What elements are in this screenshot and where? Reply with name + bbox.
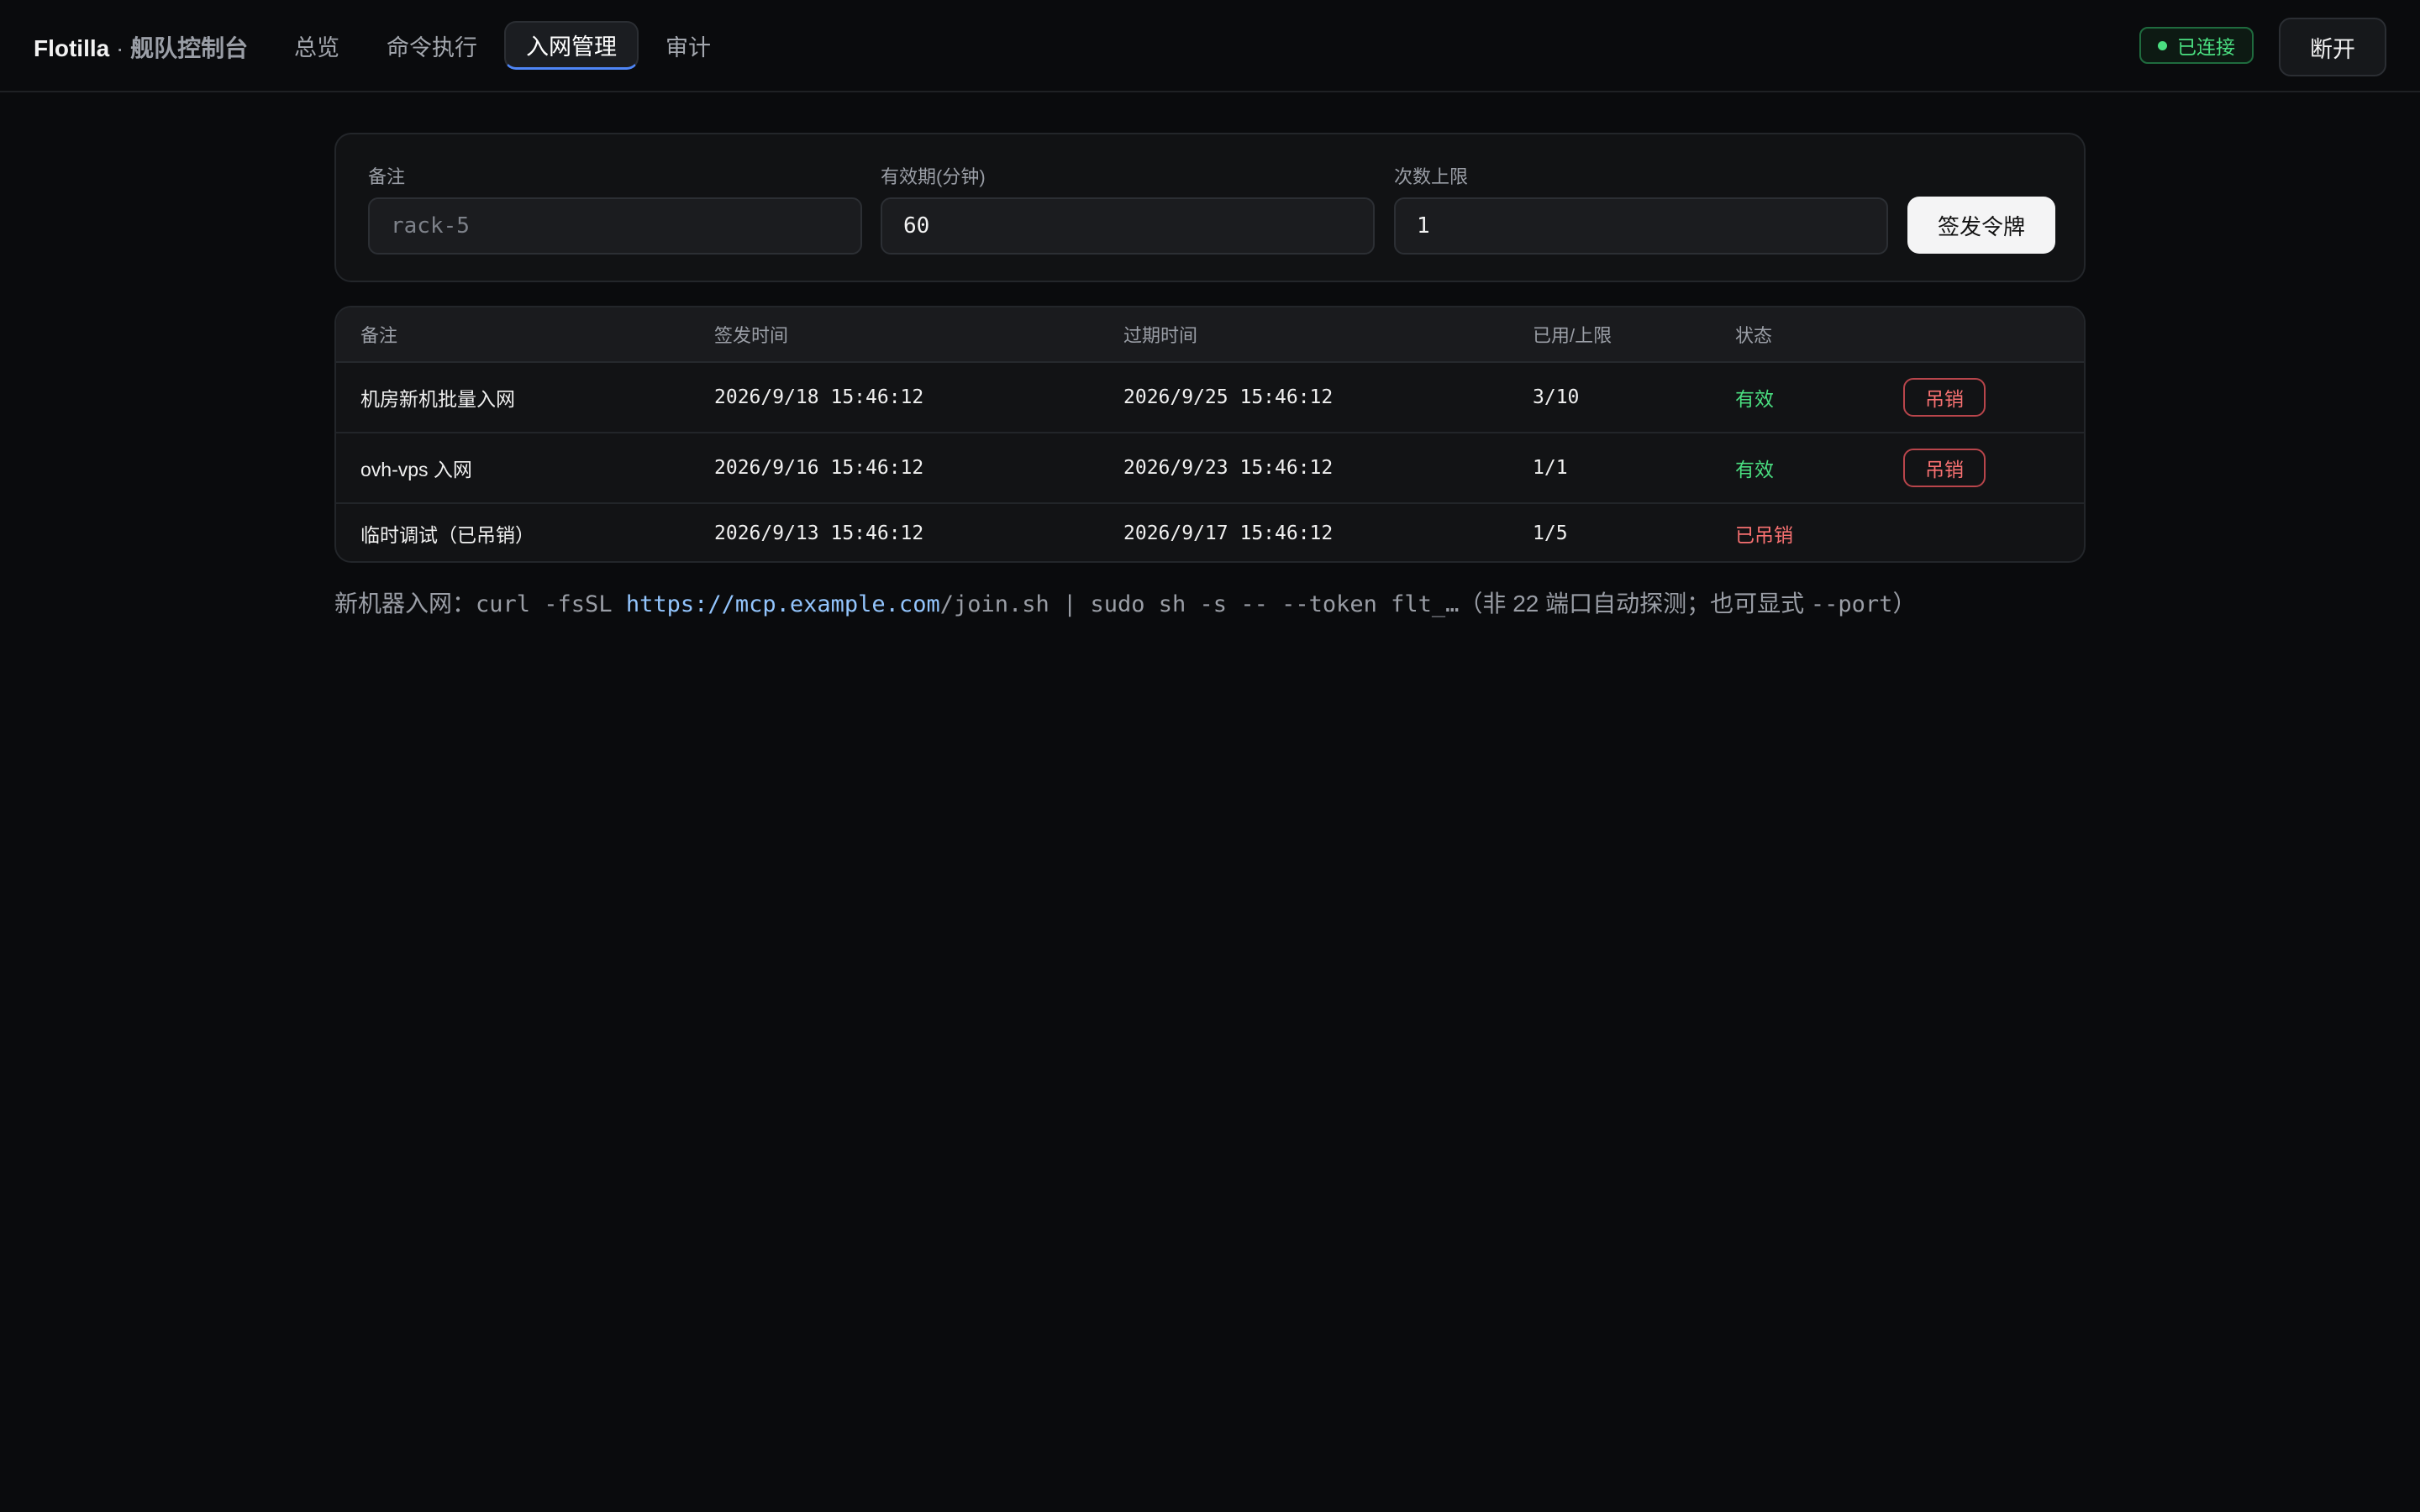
column-header-used: 已用/上限 bbox=[1533, 325, 1612, 346]
table-header: 备注 签发时间 过期时间 已用/上限 状态 bbox=[336, 307, 2084, 363]
join-script-link[interactable]: https://mcp.example.com bbox=[626, 591, 940, 617]
join-hint-prefix: 新机器入网： bbox=[334, 591, 476, 617]
token-action: 吊销 bbox=[1903, 363, 1986, 432]
table-row: 临时调试（已吊销） 2026/9/13 15:46:12 2026/9/17 1… bbox=[336, 504, 2084, 561]
token-expire-time: 2026/9/25 15:46:12 bbox=[1123, 386, 1334, 408]
tab-command-exec[interactable]: 命令执行 bbox=[366, 21, 497, 70]
token-note: 临时调试（已吊销） bbox=[360, 524, 534, 546]
note-field: 备注 rack-5 bbox=[368, 162, 862, 255]
token-usage: 3/10 bbox=[1533, 386, 1580, 408]
join-command-hint: 新机器入网：curl -fsSL https://mcp.example.com… bbox=[334, 585, 1916, 619]
table-row: ovh-vps 入网 2026/9/16 15:46:12 2026/9/23 … bbox=[336, 433, 2084, 504]
token-note: 机房新机批量入网 bbox=[360, 388, 515, 410]
token-status: 已吊销 bbox=[1735, 524, 1793, 546]
tab-enrollment[interactable]: 入网管理 bbox=[504, 21, 639, 70]
token-expire-time: 2026/9/23 15:46:12 bbox=[1123, 457, 1334, 479]
disconnect-button[interactable]: 断开 bbox=[2279, 18, 2386, 76]
brand-subtitle: 舰队控制台 bbox=[130, 35, 249, 61]
column-header-status: 状态 bbox=[1735, 325, 1773, 346]
tokens-table: 备注 签发时间 过期时间 已用/上限 状态 机房新机批量入网 2026/9/18… bbox=[334, 306, 2086, 563]
token-issued-time: 2026/9/16 15:46:12 bbox=[714, 457, 924, 479]
join-hint-note-close: ） bbox=[1892, 591, 1917, 617]
token-status: 有效 bbox=[1735, 459, 1774, 480]
max-uses-field: 次数上限 1 bbox=[1394, 162, 1888, 255]
token-issued-time: 2026/9/18 15:46:12 bbox=[714, 386, 924, 408]
brand-name: Flotilla bbox=[34, 35, 110, 61]
token-usage: 1/5 bbox=[1533, 522, 1568, 544]
column-header-issued: 签发时间 bbox=[714, 325, 789, 346]
token-note: ovh-vps 入网 bbox=[360, 459, 472, 480]
token-status: 有效 bbox=[1735, 388, 1774, 410]
token-action: 吊销 bbox=[1903, 433, 1986, 502]
revoke-button[interactable]: 吊销 bbox=[1903, 449, 1986, 487]
issue-token-form: 备注 rack-5 有效期(分钟) 60 次数上限 1 签发令牌 bbox=[334, 133, 2086, 282]
join-hint-port-flag: --port bbox=[1810, 591, 1893, 617]
connection-status-label: 已连接 bbox=[2177, 36, 2235, 58]
ttl-input[interactable]: 60 bbox=[881, 197, 1375, 255]
ttl-field: 有效期(分钟) 60 bbox=[881, 162, 1375, 255]
max-uses-input[interactable]: 1 bbox=[1394, 197, 1888, 255]
token-issued-time: 2026/9/13 15:46:12 bbox=[714, 522, 924, 544]
column-header-expires: 过期时间 bbox=[1123, 325, 1198, 346]
table-row: 机房新机批量入网 2026/9/18 15:46:12 2026/9/25 15… bbox=[336, 363, 2084, 433]
main-nav: 总览 命令执行 入网管理 审计 bbox=[274, 21, 738, 70]
column-header-note: 备注 bbox=[360, 325, 398, 346]
note-label: 备注 bbox=[368, 166, 406, 187]
ttl-label: 有效期(分钟) bbox=[881, 166, 986, 187]
app-title: Flotilla · 舰队控制台 bbox=[34, 30, 248, 64]
connection-status-badge: 已连接 bbox=[2139, 27, 2254, 64]
note-input[interactable]: rack-5 bbox=[368, 197, 862, 255]
brand-separator: · bbox=[109, 35, 131, 61]
issue-token-button[interactable]: 签发令牌 bbox=[1907, 197, 2055, 254]
top-bar: Flotilla · 舰队控制台 总览 命令执行 入网管理 审计 已连接 断开 bbox=[0, 0, 2420, 92]
token-usage: 1/1 bbox=[1533, 457, 1568, 479]
revoke-button[interactable]: 吊销 bbox=[1903, 378, 1986, 417]
tab-audit[interactable]: 审计 bbox=[645, 21, 731, 70]
join-hint-note: （非 22 端口自动探测；也可显式 bbox=[1459, 591, 1811, 617]
join-command-end: /join.sh | sudo sh -s -- --token flt_… bbox=[939, 591, 1460, 617]
status-dot-icon bbox=[2158, 40, 2167, 50]
max-uses-label: 次数上限 bbox=[1394, 166, 1469, 187]
token-expire-time: 2026/9/17 15:46:12 bbox=[1123, 522, 1334, 544]
join-command-start: curl -fsSL bbox=[476, 591, 626, 617]
tab-overview[interactable]: 总览 bbox=[274, 21, 360, 70]
